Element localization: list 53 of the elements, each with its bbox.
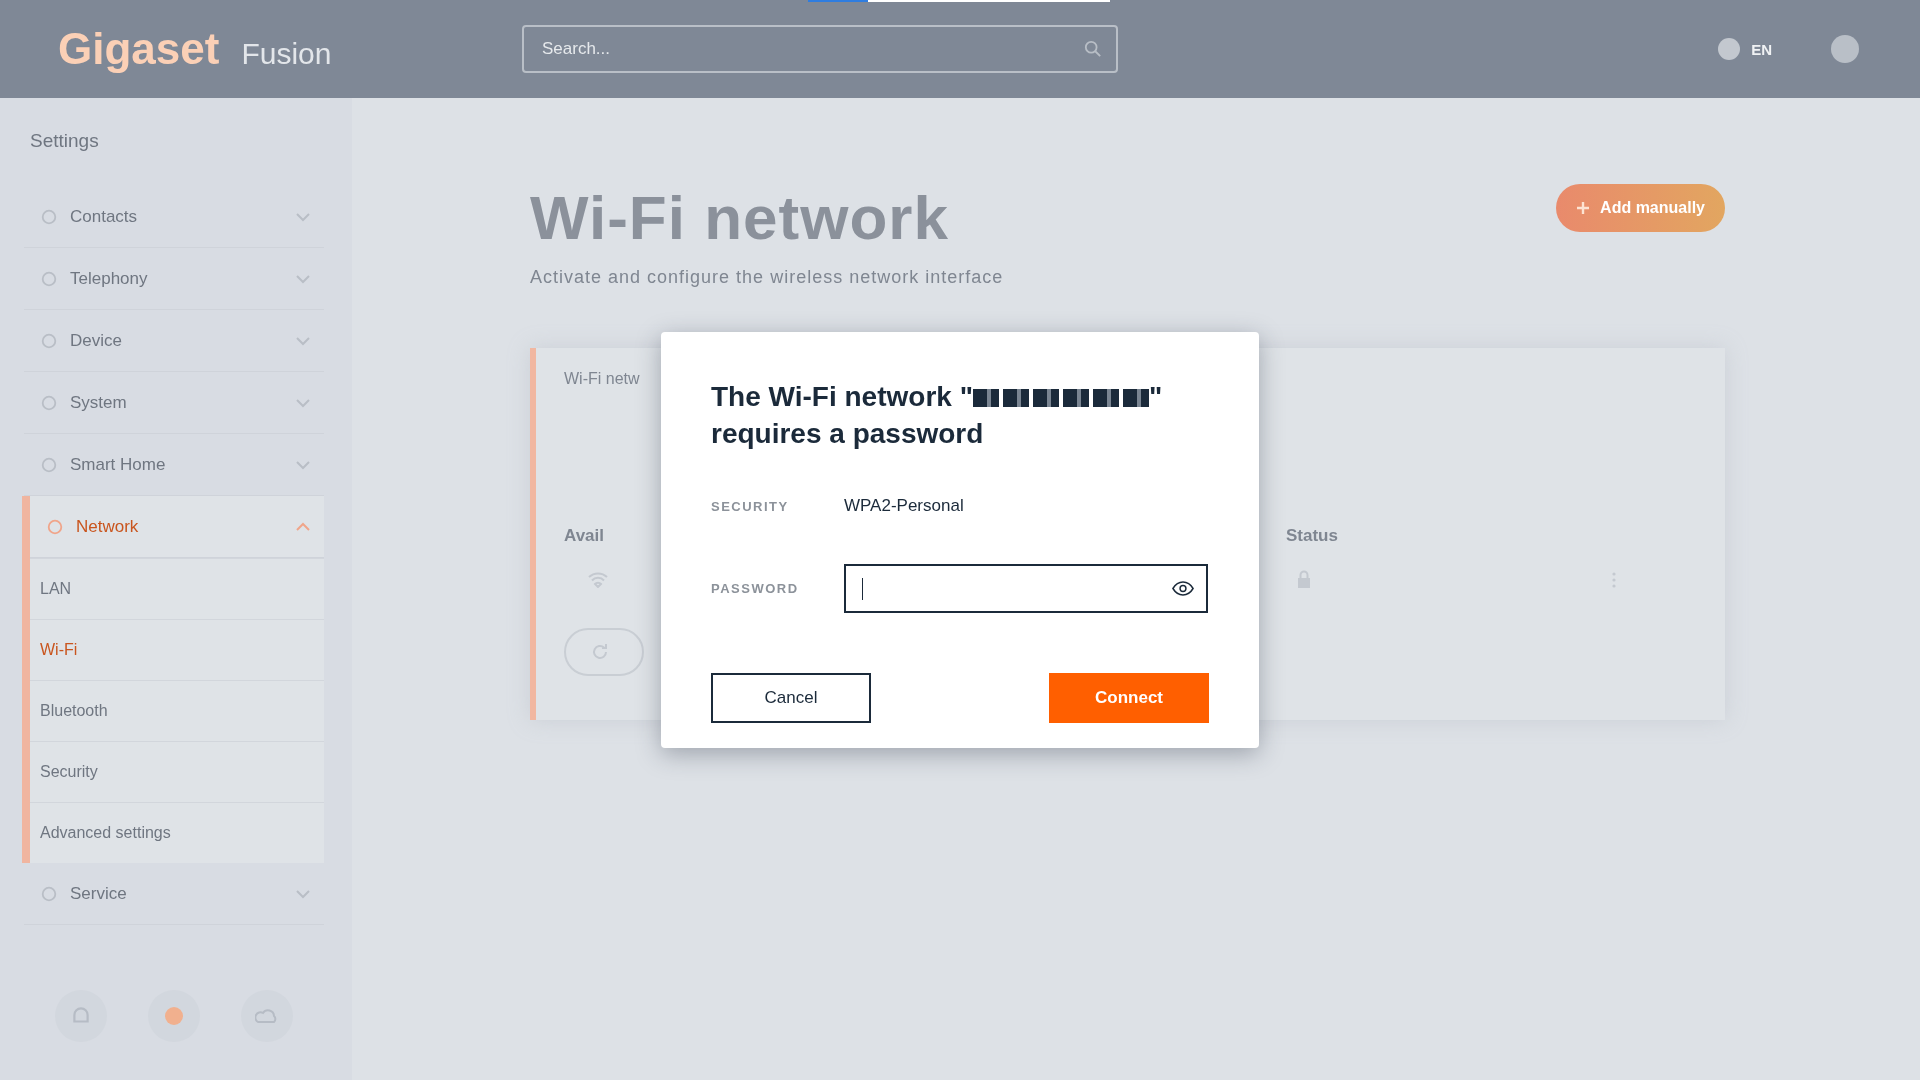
submenu-item[interactable]: Bluetooth bbox=[30, 680, 324, 741]
lock-icon bbox=[1296, 570, 1312, 590]
password-label: PASSWORD bbox=[711, 581, 800, 596]
menu-item-icon bbox=[40, 331, 58, 350]
menu-item-icon bbox=[40, 455, 58, 474]
submenu-item[interactable]: Advanced settings bbox=[30, 802, 324, 863]
language-label[interactable]: EN bbox=[1751, 40, 1772, 58]
column-header: Avail bbox=[564, 526, 605, 546]
sidebar-title: Settings bbox=[29, 129, 100, 153]
dialog-title: The Wi-Fi network " " requires a password bbox=[711, 380, 1164, 451]
card-title: Wi-Fi netw bbox=[564, 370, 641, 388]
menu-item-icon bbox=[40, 393, 58, 412]
plus-icon bbox=[1576, 201, 1591, 215]
search-field[interactable]: Search... bbox=[522, 25, 1118, 73]
chevron-icon bbox=[296, 273, 310, 284]
wifi-icon bbox=[588, 572, 608, 588]
menu-item-icon bbox=[46, 517, 64, 536]
chevron-icon bbox=[296, 888, 310, 899]
menu-item-icon bbox=[40, 884, 58, 903]
menu-item-icon bbox=[40, 207, 58, 226]
submenu-item[interactable]: Security bbox=[30, 741, 324, 802]
password-field[interactable] bbox=[844, 564, 1208, 613]
cancel-button[interactable]: Cancel bbox=[711, 673, 871, 723]
sidebar-item[interactable]: Network bbox=[30, 496, 324, 558]
user-avatar-icon[interactable] bbox=[1830, 34, 1860, 64]
page-title: Wi-Fi network bbox=[530, 182, 950, 253]
chevron-icon bbox=[296, 211, 310, 222]
connect-button[interactable]: Connect bbox=[1049, 673, 1209, 723]
refresh-icon bbox=[590, 642, 610, 662]
sidebar-item[interactable]: Telephony bbox=[24, 248, 324, 310]
status-button[interactable] bbox=[148, 990, 200, 1042]
dot-icon bbox=[164, 1006, 184, 1026]
column-header: Status bbox=[1286, 526, 1338, 546]
page-subtitle: Activate and configure the wireless network interface bbox=[530, 267, 1004, 288]
product-name: Fusion bbox=[241, 37, 332, 71]
security-value: WPA2-Personal bbox=[844, 496, 964, 516]
security-label: SECURITY bbox=[711, 498, 790, 514]
add-manually-button[interactable]: Add manually bbox=[1556, 184, 1725, 232]
menu-item-icon bbox=[40, 269, 58, 288]
logo[interactable]: Gigaset bbox=[58, 24, 220, 74]
sidebar-item[interactable]: Service bbox=[24, 863, 324, 925]
submenu-item[interactable]: LAN bbox=[30, 558, 324, 619]
submenu-item[interactable]: Wi-Fi bbox=[30, 619, 324, 680]
chevron-icon bbox=[296, 335, 310, 346]
eye-icon[interactable] bbox=[1172, 581, 1194, 596]
sidebar-item[interactable]: Device bbox=[24, 310, 324, 372]
chevron-icon bbox=[296, 459, 310, 470]
chevron-icon bbox=[296, 521, 310, 532]
search-icon bbox=[1084, 40, 1102, 58]
refresh-button[interactable] bbox=[564, 628, 644, 676]
sidebar-item[interactable]: Contacts bbox=[24, 186, 324, 248]
chevron-icon bbox=[296, 397, 310, 408]
sidebar-item[interactable]: System bbox=[24, 372, 324, 434]
